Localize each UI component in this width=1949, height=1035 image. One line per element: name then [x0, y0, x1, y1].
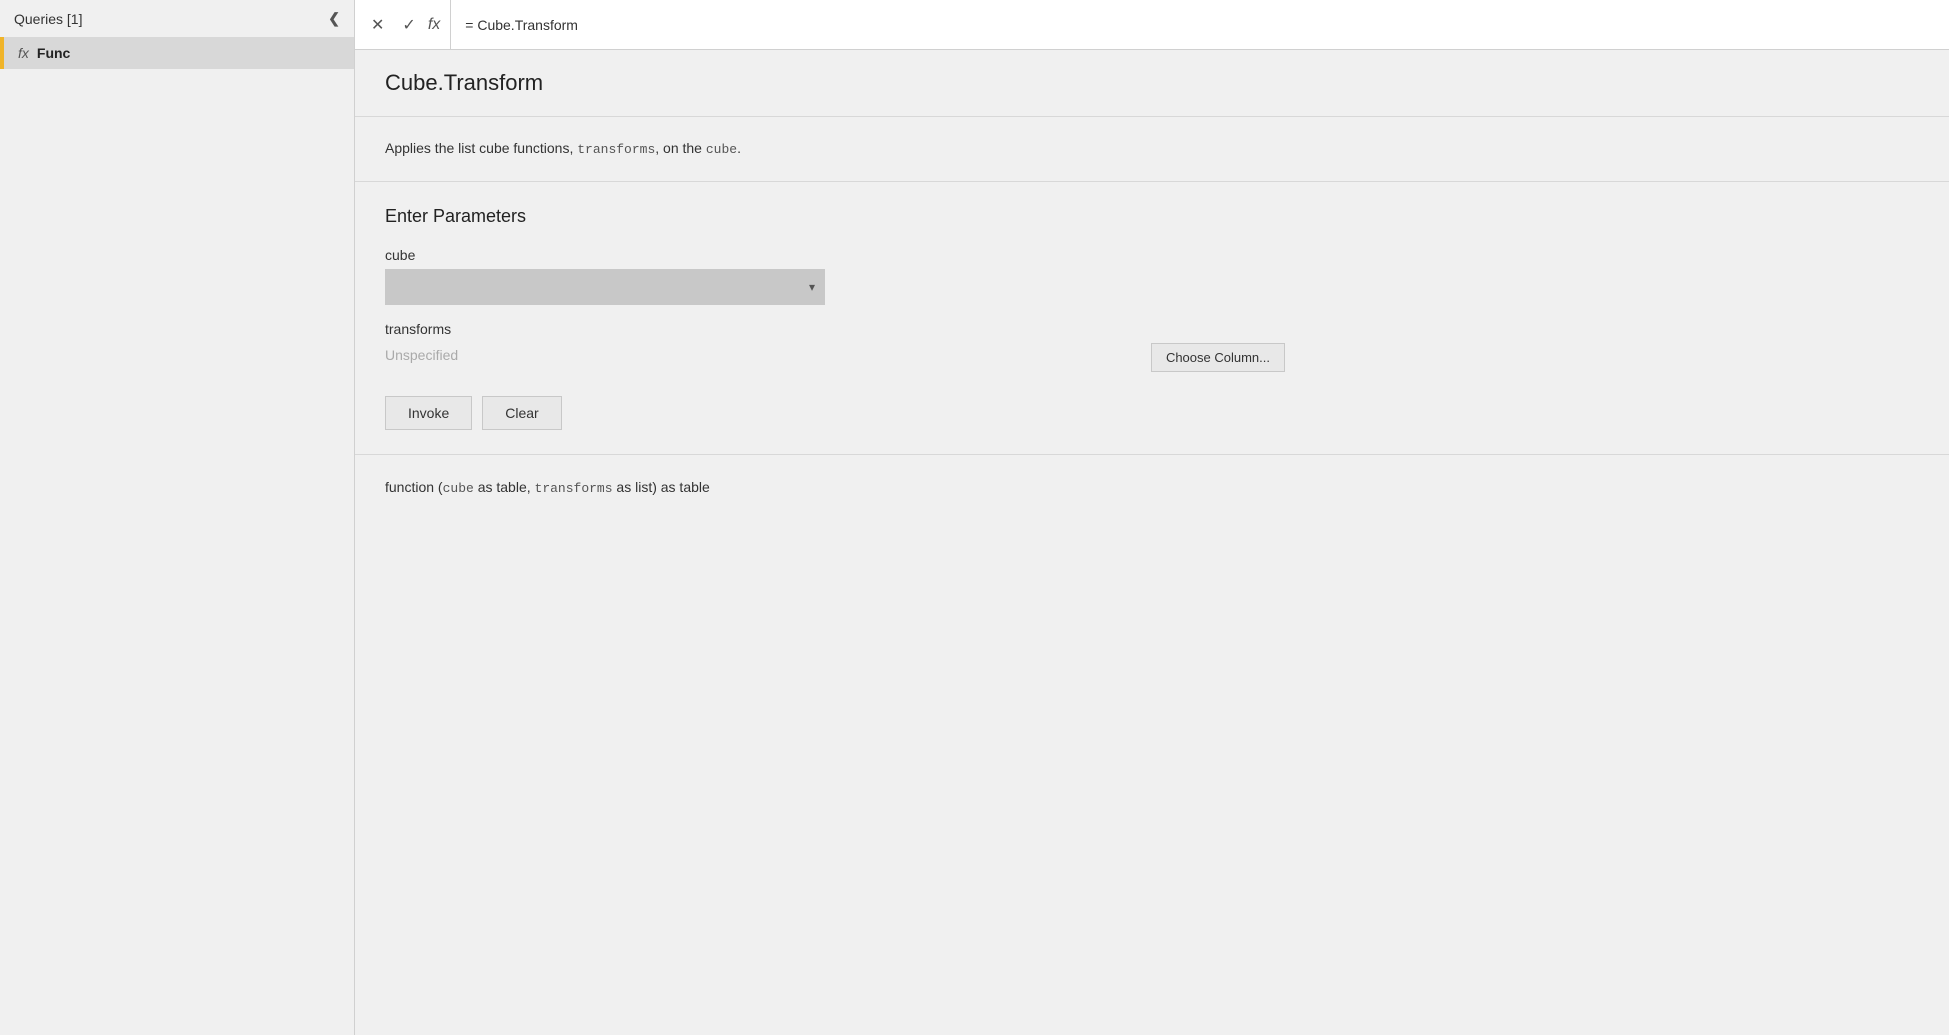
description-section: Applies the list cube functions, transfo… [355, 117, 1949, 182]
parameters-title: Enter Parameters [385, 206, 1919, 227]
param-transforms-group: transforms Unspecified Choose Column... [385, 321, 1919, 372]
param-cube-label: cube [385, 247, 1919, 263]
formula-bar: ✕ ✓ fx = Cube.Transform [355, 0, 1949, 50]
formula-fx-icon: fx [428, 16, 440, 34]
signature-section: function (cube as table, transforms as l… [355, 455, 1949, 520]
param-transforms-row: Unspecified Choose Column... [385, 343, 1285, 372]
parameters-section: Enter Parameters cube transforms Un [355, 182, 1949, 455]
function-title-section: Cube.Transform [355, 50, 1949, 117]
formula-cancel-button[interactable]: ✕ [365, 11, 390, 39]
param-transforms-label: transforms [385, 321, 1919, 337]
desc-transforms-code: transforms [577, 142, 655, 157]
function-title: Cube.Transform [385, 70, 1919, 96]
sig-plain-2: as table, [474, 479, 535, 495]
signature-text: function (cube as table, transforms as l… [385, 479, 1919, 496]
desc-suffix: . [737, 140, 741, 156]
sidebar-item-func[interactable]: fx Func [0, 37, 354, 69]
desc-prefix: Applies the list cube functions, [385, 140, 577, 156]
sidebar-item-func-label: Func [37, 45, 70, 61]
param-cube-dropdown[interactable] [385, 269, 825, 305]
choose-column-button[interactable]: Choose Column... [1151, 343, 1285, 372]
formula-input[interactable]: = Cube.Transform [451, 17, 1949, 33]
clear-button[interactable]: Clear [482, 396, 561, 430]
desc-cube-code: cube [706, 142, 737, 157]
param-cube-dropdown-wrapper [385, 269, 825, 305]
main-panel: ✕ ✓ fx = Cube.Transform Cube.Transform A… [355, 0, 1949, 1035]
collapse-icon[interactable]: ❮ [328, 10, 340, 27]
description-text: Applies the list cube functions, transfo… [385, 137, 1919, 161]
param-transforms-unspecified: Unspecified [385, 347, 458, 363]
action-buttons: Invoke Clear [385, 396, 1919, 430]
formula-value: = Cube.Transform [465, 17, 578, 33]
sig-cube-code: cube [443, 481, 474, 496]
sig-transforms-code: transforms [535, 481, 613, 496]
sidebar-item-fx-icon: fx [18, 45, 29, 61]
desc-middle: , on the [655, 140, 706, 156]
sidebar: Queries [1] ❮ fx Func [0, 0, 355, 1035]
formula-confirm-button[interactable]: ✓ [396, 11, 421, 39]
param-cube-group: cube [385, 247, 1919, 305]
sidebar-title: Queries [1] [14, 11, 82, 27]
sig-plain-3: as list) as table [613, 479, 710, 495]
content-area: Cube.Transform Applies the list cube fun… [355, 50, 1949, 1035]
sidebar-header: Queries [1] ❮ [0, 0, 354, 37]
formula-bar-buttons: ✕ ✓ fx [355, 0, 451, 49]
invoke-button[interactable]: Invoke [385, 396, 472, 430]
sig-plain-1: function ( [385, 479, 443, 495]
